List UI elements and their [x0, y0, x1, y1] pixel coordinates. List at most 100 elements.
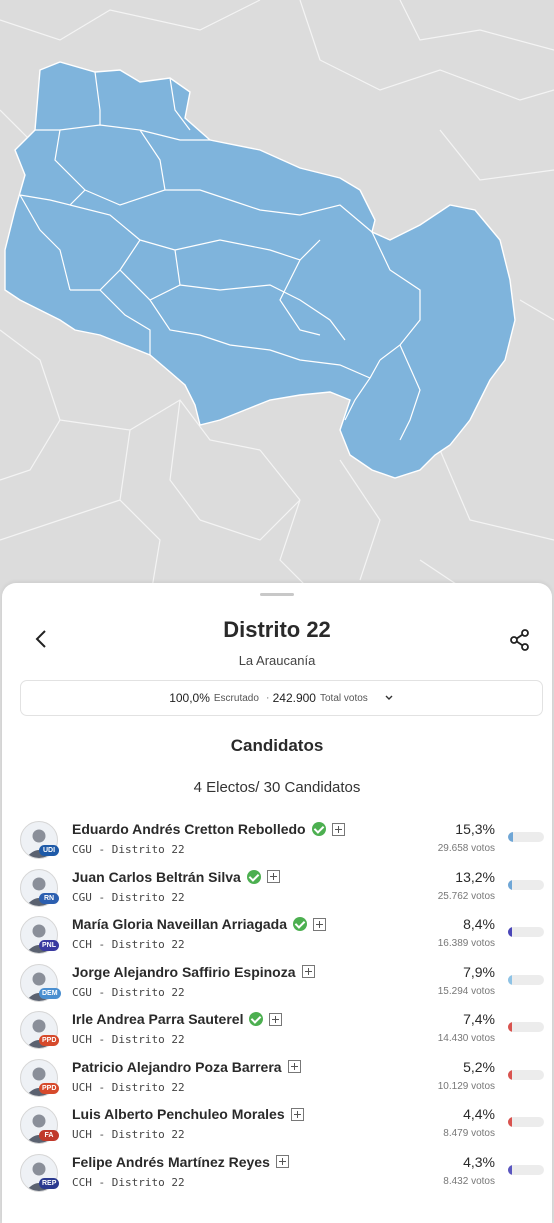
- elected-check-icon: [293, 917, 308, 931]
- expand-plus-icon[interactable]: [331, 822, 345, 836]
- scrutiny-percent: 100,0%: [169, 691, 210, 705]
- expand-plus-icon[interactable]: [287, 1060, 301, 1073]
- candidate-percent: 15,3%: [455, 821, 495, 837]
- vote-share-fill: [508, 879, 512, 890]
- vote-share-fill: [508, 1117, 512, 1127]
- candidate-list: UDI Eduardo Andrés Cretton Rebolledo CGU…: [2, 819, 552, 1199]
- vote-share-bar: [508, 927, 544, 937]
- candidate-name-line: Juan Carlos Beltrán Silva: [72, 869, 280, 885]
- expand-plus-icon[interactable]: [290, 1107, 304, 1121]
- total-votes: 242.900: [272, 691, 316, 705]
- candidate-party: UCH - Distrito 22: [72, 1128, 185, 1141]
- candidate-row[interactable]: FA Luis Alberto Penchuleo Morales UCH - …: [2, 1104, 552, 1152]
- candidate-name: Irle Andrea Parra Sauterel: [72, 1011, 244, 1027]
- district-map[interactable]: [0, 0, 554, 600]
- candidate-name: Eduardo Andrés Cretton Rebolledo: [72, 821, 306, 837]
- party-badge: PNL: [39, 940, 59, 951]
- elected-check-icon: [249, 1012, 264, 1026]
- party-badge: UDI: [39, 845, 59, 856]
- party-badge: REP: [39, 1177, 60, 1189]
- candidate-votes: 15.294 votos: [437, 985, 495, 997]
- elected-check-icon: [311, 822, 326, 836]
- candidate-name: María Gloria Naveillan Arriagada: [72, 916, 288, 932]
- expand-plus-icon[interactable]: [301, 965, 315, 978]
- drag-handle[interactable]: [260, 593, 294, 596]
- candidate-row[interactable]: DEM Jorge Alejandro Saffirio Espinoza CG…: [2, 962, 552, 1010]
- candidate-name-line: Felipe Andrés Martínez Reyes: [72, 1154, 289, 1170]
- vote-share-bar: [508, 879, 544, 890]
- candidate-name: Patricio Alejandro Poza Barrera: [72, 1058, 282, 1075]
- scrutiny-label: Escrutado: [213, 692, 259, 704]
- vote-share-bar: [508, 974, 544, 985]
- expand-plus-icon[interactable]: [313, 917, 327, 931]
- candidate-name-line: Luis Alberto Penchuleo Morales: [72, 1106, 304, 1122]
- vote-share-bar: [508, 1022, 544, 1032]
- scrutiny-summary[interactable]: 100,0% Escrutado · 242.900 Total votos: [20, 680, 543, 716]
- candidates-heading: Candidatos: [230, 736, 324, 755]
- candidate-party: UCH - Distrito 22: [72, 1080, 185, 1094]
- candidate-name-line: María Gloria Naveillan Arriagada: [72, 916, 327, 932]
- candidate-percent: 5,2%: [463, 1058, 495, 1075]
- candidates-count: 4 Electos/ 30 Candidatos: [193, 779, 361, 796]
- candidate-name: Felipe Andrés Martínez Reyes: [72, 1153, 270, 1170]
- candidate-row[interactable]: PPD Patricio Alejandro Poza Barrera UCH …: [2, 1057, 552, 1105]
- district-title: Distrito 22: [223, 617, 331, 642]
- candidate-name: Jorge Alejandro Saffirio Espinoza: [72, 963, 296, 980]
- total-votes-label: Total votos: [319, 692, 368, 704]
- candidate-name: Juan Carlos Beltrán Silva: [72, 868, 241, 885]
- candidate-percent: 4,3%: [463, 1153, 495, 1170]
- expand-plus-icon[interactable]: [269, 1012, 283, 1026]
- vote-share-bar: [508, 832, 544, 842]
- candidate-votes: 8.479 votos: [443, 1128, 495, 1139]
- vote-share-bar: [508, 1069, 544, 1080]
- vote-share-fill: [508, 974, 512, 985]
- candidate-name-line: Eduardo Andrés Cretton Rebolledo: [72, 821, 345, 837]
- party-badge: DEM: [39, 987, 61, 999]
- candidate-party: CGU - Distrito 22: [72, 843, 185, 856]
- candidate-row[interactable]: REP Felipe Andrés Martínez Reyes CCH - D…: [2, 1152, 552, 1200]
- elected-check-icon: [246, 869, 261, 884]
- candidate-party: CGU - Distrito 22: [72, 890, 185, 904]
- candidate-row[interactable]: PPD Irle Andrea Parra Sauterel UCH - Dis…: [2, 1009, 552, 1057]
- vote-share-fill: [508, 1164, 512, 1175]
- candidate-party: CCH - Distrito 22: [72, 1175, 185, 1189]
- candidate-row[interactable]: RN Juan Carlos Beltrán Silva CGU - Distr…: [2, 867, 552, 915]
- share-icon[interactable]: [509, 629, 531, 651]
- vote-share-fill: [508, 832, 513, 842]
- vote-share-bar: [508, 1164, 544, 1175]
- party-badge: PPD: [39, 1082, 60, 1094]
- summary-separator: ·: [265, 692, 270, 704]
- candidate-name-line: Jorge Alejandro Saffirio Espinoza: [72, 964, 315, 980]
- candidate-party: UCH - Distrito 22: [72, 1033, 185, 1046]
- chevron-down-icon[interactable]: [384, 694, 394, 702]
- vote-share-bar: [508, 1117, 544, 1127]
- party-badge: RN: [39, 892, 59, 904]
- vote-share-fill: [508, 927, 512, 937]
- expand-plus-icon[interactable]: [275, 1155, 289, 1168]
- candidate-party: CCH - Distrito 22: [72, 938, 185, 951]
- candidate-votes: 29.658 votos: [437, 843, 495, 854]
- candidate-row[interactable]: UDI Eduardo Andrés Cretton Rebolledo CGU…: [2, 819, 552, 867]
- candidate-party: CGU - Distrito 22: [72, 985, 185, 999]
- candidate-name-line: Patricio Alejandro Poza Barrera: [72, 1059, 301, 1075]
- vote-share-fill: [508, 1069, 512, 1080]
- expand-plus-icon[interactable]: [266, 870, 280, 883]
- district-sheet: Distrito 22 La Araucanía 100,0% Escrutad…: [2, 583, 552, 1223]
- candidate-row[interactable]: PNL María Gloria Naveillan Arriagada CCH…: [2, 914, 552, 962]
- candidate-name-line: Irle Andrea Parra Sauterel: [72, 1011, 283, 1027]
- candidate-percent: 4,4%: [463, 1106, 495, 1122]
- vote-share-fill: [508, 1022, 512, 1032]
- candidate-percent: 7,9%: [463, 963, 495, 980]
- candidate-votes: 10.129 votos: [437, 1080, 495, 1092]
- candidate-percent: 8,4%: [463, 916, 495, 932]
- candidate-votes: 8.432 votos: [443, 1175, 495, 1187]
- candidate-votes: 25.762 votos: [437, 890, 495, 902]
- party-badge: PPD: [39, 1035, 60, 1046]
- region-label: La Araucanía: [238, 653, 316, 668]
- party-badge: FA: [39, 1130, 59, 1141]
- candidate-percent: 7,4%: [463, 1011, 495, 1027]
- candidate-name: Luis Alberto Penchuleo Morales: [72, 1106, 285, 1122]
- candidate-votes: 16.389 votos: [437, 938, 495, 949]
- candidate-percent: 13,2%: [455, 868, 495, 885]
- candidate-votes: 14.430 votos: [437, 1033, 495, 1044]
